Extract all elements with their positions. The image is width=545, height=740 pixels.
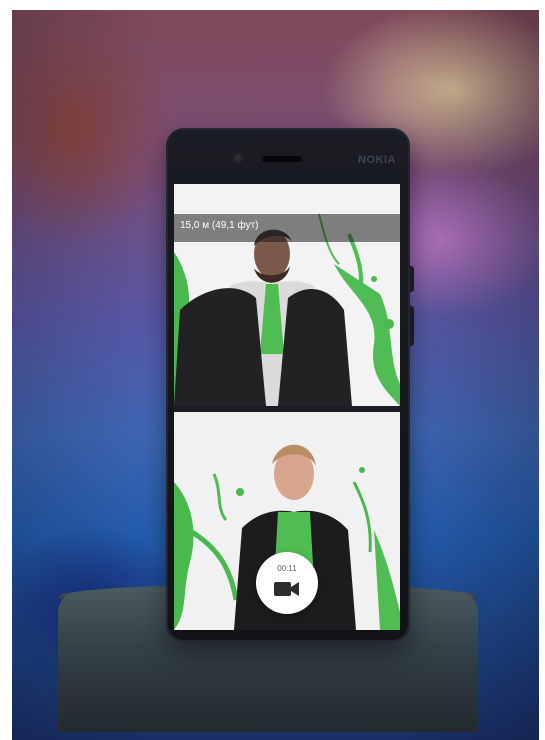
- brand-logo: NOKIA: [358, 154, 396, 166]
- record-button[interactable]: 00:11: [256, 552, 318, 614]
- record-timer: 00:11: [277, 564, 297, 573]
- volume-button: [410, 306, 414, 346]
- phone: NOKIA 15,0 м (49,1 фут) 00:11: [166, 128, 414, 642]
- distance-readout: 15,0 м (49,1 фут): [180, 220, 259, 231]
- front-camera: [233, 153, 245, 165]
- power-button: [410, 266, 414, 292]
- top-video-panel: 15,0 м (49,1 фут): [174, 184, 400, 406]
- earpiece-speaker: [262, 156, 302, 162]
- camera-screen: 15,0 м (49,1 фут) 00:11: [174, 184, 400, 630]
- videocam-icon: [274, 582, 299, 596]
